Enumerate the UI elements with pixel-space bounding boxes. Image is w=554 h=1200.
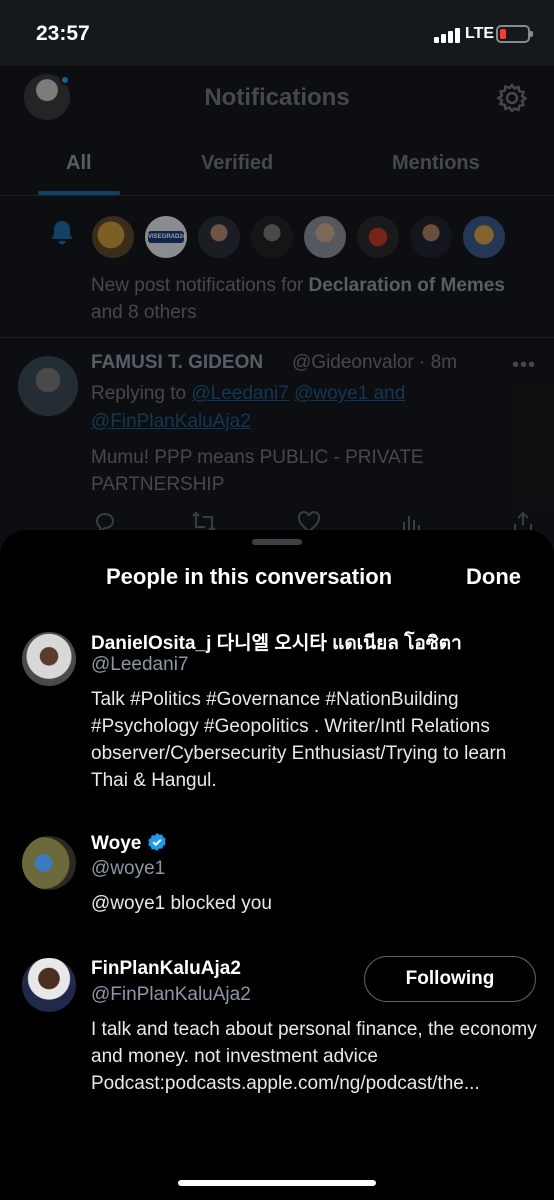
network-type: LTE: [465, 25, 495, 42]
person-name-row: Woye: [91, 832, 167, 855]
mention-link[interactable]: @Leedani7: [191, 383, 288, 404]
notification-text: New post notifications for Declaration o…: [91, 272, 531, 326]
replying-to-label: Replying to: [91, 383, 192, 404]
avatar: [355, 214, 401, 260]
bell-icon: [51, 221, 73, 245]
sheet-drag-handle[interactable]: [252, 539, 302, 545]
avatar[interactable]: [22, 632, 76, 686]
sheet-title: People in this conversation: [106, 564, 393, 589]
avatar: [90, 214, 136, 260]
clock: 23:57: [36, 22, 90, 45]
person-bio: I talk and teach about personal finance,…: [91, 1019, 537, 1094]
person-handle: @FinPlanKaluAja2: [91, 984, 251, 1005]
notifications-screen: Notifications All Verified Mentions VISE…: [0, 66, 554, 566]
avatar: VISEGRAD24: [143, 214, 189, 260]
home-indicator[interactable]: [178, 1180, 376, 1186]
battery-icon: [496, 25, 533, 43]
avatar: [249, 214, 295, 260]
person-bio: @woye1 blocked you: [91, 893, 272, 914]
avatar: [461, 214, 507, 260]
avatar[interactable]: [18, 356, 78, 416]
gear-icon[interactable]: [496, 82, 528, 114]
mention-link[interactable]: @woye1: [294, 383, 368, 404]
signal-strength-icon: [434, 27, 460, 43]
replying-to: Replying to @Leedani7 @woye1 and @FinPla…: [91, 380, 531, 436]
person-handle: @Leedani7: [91, 654, 189, 675]
people-sheet: People in this conversation Done DanielO…: [0, 530, 554, 1200]
avatar: [196, 214, 242, 260]
notification-prefix: New post notifications for: [91, 275, 309, 296]
person-handle: @woye1: [91, 858, 166, 879]
avatar[interactable]: [22, 836, 76, 890]
avatar[interactable]: [22, 958, 76, 1012]
more-options-icon[interactable]: •••: [512, 354, 536, 377]
avatar-logo-text: VISEGRAD24: [148, 231, 186, 243]
notification-suffix: and 8 others: [91, 302, 197, 323]
tab-verified[interactable]: Verified: [201, 152, 273, 175]
following-button[interactable]: Following: [364, 956, 536, 1002]
mention-link[interactable]: @FinPlanKaluAja2: [91, 411, 251, 432]
post-notification[interactable]: VISEGRAD24 New post notifications for De…: [0, 196, 554, 338]
tweet-text: Mumu! PPP means PUBLIC - PRIVATE PARTNER…: [91, 447, 424, 495]
status-bar: 23:57 LTE: [0, 0, 554, 66]
tweet-author-handle: @Gideonvalor · 8m: [292, 352, 458, 373]
mention-and: and: [368, 383, 406, 404]
tab-indicator: [38, 191, 120, 195]
person-name: FinPlanKaluAja2: [91, 958, 241, 979]
tab-mentions[interactable]: Mentions: [392, 152, 480, 175]
tab-bar: All Verified Mentions: [0, 146, 554, 196]
tweet-author-name: FAMUSI T. GIDEON: [91, 352, 264, 373]
tab-all[interactable]: All: [66, 152, 92, 175]
person-name: Woye: [91, 833, 142, 854]
avatar: [408, 214, 454, 260]
notification-account: Declaration of Memes: [308, 275, 505, 296]
person-bio: Talk #Politics #Governance #NationBuildi…: [91, 689, 507, 791]
avatar: [302, 214, 348, 260]
page-title: Notifications: [204, 84, 350, 111]
verified-badge-icon: [148, 833, 167, 851]
done-button[interactable]: Done: [466, 564, 521, 590]
